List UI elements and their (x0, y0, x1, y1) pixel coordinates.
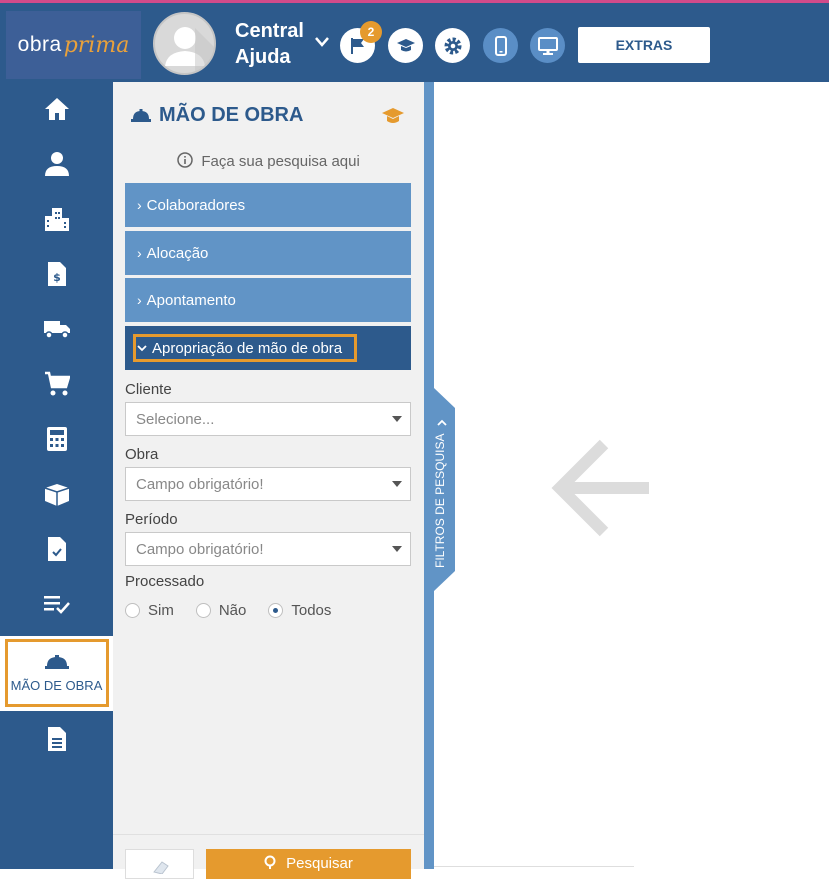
logo-text-prima: prima (63, 32, 130, 58)
chevron-right-icon: › (137, 245, 142, 261)
radio-todos-label: Todos (291, 602, 332, 619)
invoice-icon: $ (47, 262, 66, 286)
sidebar-item-contracts[interactable] (0, 522, 113, 576)
search-panel: MÃO DE OBRA Faça sua pesquisa aqui › Col… (113, 82, 424, 879)
training-button[interactable] (388, 28, 423, 63)
accordion-label: Alocação (146, 244, 209, 262)
sidebar-item-budget[interactable] (0, 412, 113, 466)
sidebar-item-mao-de-obra[interactable]: MÃO DE OBRA (0, 636, 113, 711)
caret-down-icon (392, 481, 402, 487)
accordion-apropriacao[interactable]: Apropriação de mão de obra (125, 326, 411, 370)
document-check-icon (47, 537, 66, 561)
search-button-label: Pesquisar (286, 855, 353, 872)
cliente-label: Cliente (125, 381, 172, 398)
processado-label: Processado (125, 573, 205, 590)
sidebar-item-stock[interactable] (0, 467, 113, 521)
sidebar-item-home[interactable] (0, 82, 113, 136)
file-text-icon (47, 727, 66, 751)
radio-nao-label: Não (218, 602, 247, 619)
top-bar: obra prima Central Ajuda 2 EXTRAS (0, 0, 829, 82)
checklist-icon (43, 596, 70, 614)
sidebar-item-purchases[interactable] (0, 357, 113, 411)
radio-sim-label: Sim (148, 602, 174, 619)
search-icon (264, 855, 276, 869)
user-icon (44, 152, 69, 176)
user-name-line2: Ajuda (235, 46, 291, 68)
sidebar-item-finance[interactable]: $ (0, 247, 113, 301)
obra-label: Obra (125, 446, 159, 463)
home-icon (44, 98, 69, 120)
desktop-button[interactable] (530, 28, 565, 63)
sidebar: $ MÃO DE OBRA (0, 82, 113, 869)
divider (113, 834, 424, 835)
accordion-colaboradores[interactable]: › Colaboradores (125, 183, 411, 227)
cliente-select[interactable]: Selecione... (125, 402, 411, 436)
hard-hat-icon (131, 108, 151, 122)
highlight-frame (5, 639, 109, 707)
avatar[interactable] (153, 12, 216, 75)
user-name-line1: Central (235, 20, 304, 42)
calculator-icon (46, 427, 67, 451)
graduation-cap-icon[interactable] (381, 106, 405, 126)
accordion-label: Apontamento (146, 291, 236, 309)
caret-down-icon (392, 416, 402, 422)
caret-down-icon (392, 546, 402, 552)
search-hint-text: Faça sua pesquisa aqui (201, 153, 360, 170)
chevron-down-icon[interactable] (313, 35, 331, 49)
sidebar-item-reports[interactable] (0, 712, 113, 766)
logo[interactable]: obra prima (6, 11, 141, 79)
truck-icon (43, 321, 70, 339)
sidebar-item-tasks[interactable] (0, 577, 113, 631)
info-icon (177, 152, 193, 168)
accordion-alocacao[interactable]: › Alocação (125, 231, 411, 275)
processado-radio-group: Sim Não Todos (125, 602, 353, 619)
user-name[interactable]: Central Ajuda (235, 18, 304, 70)
logo-text-obra: obra (17, 33, 62, 56)
clear-button[interactable] (125, 849, 194, 879)
obra-select-value: Campo obrigatório! (136, 475, 264, 493)
sidebar-item-user[interactable] (0, 137, 113, 191)
periodo-select-value: Campo obrigatório! (136, 540, 264, 558)
mobile-button[interactable] (483, 28, 518, 63)
extras-button[interactable]: EXTRAS (578, 27, 710, 63)
chevron-right-icon: › (137, 197, 142, 213)
cliente-select-value: Selecione... (136, 410, 215, 428)
search-button[interactable]: Pesquisar (206, 849, 411, 879)
accordion-apontamento[interactable]: › Apontamento (125, 278, 411, 322)
mobile-icon (494, 35, 507, 56)
box-icon (44, 484, 69, 506)
svg-text:$: $ (53, 271, 61, 284)
filters-tab-label: FILTROS DE PESQUISA (433, 433, 447, 568)
divider (434, 866, 634, 867)
chevron-right-icon: › (137, 292, 142, 308)
user-avatar-icon (165, 27, 214, 73)
sidebar-item-buildings[interactable] (0, 192, 113, 246)
radio-sim[interactable] (125, 603, 140, 618)
periodo-select[interactable]: Campo obrigatório! (125, 532, 411, 566)
panel-title-text: MÃO DE OBRA (159, 104, 304, 126)
sidebar-item-logistics[interactable] (0, 302, 113, 356)
radio-nao[interactable] (195, 603, 211, 618)
notification-badge: 2 (360, 21, 382, 43)
obra-select[interactable]: Campo obrigatório! (125, 467, 411, 501)
accordion-label: Colaboradores (146, 196, 246, 214)
cart-icon (44, 371, 70, 396)
arrow-left-icon (551, 439, 649, 537)
settings-button[interactable] (435, 28, 470, 63)
desktop-icon (537, 36, 558, 55)
building-icon (44, 208, 69, 231)
graduation-cap-icon (396, 38, 415, 51)
periodo-label: Período (125, 511, 178, 528)
radio-todos[interactable] (268, 603, 284, 618)
eraser-icon (153, 861, 169, 874)
gear-icon (444, 37, 461, 54)
panel-title: MÃO DE OBRA (131, 104, 303, 127)
search-hint: Faça sua pesquisa aqui (113, 152, 424, 170)
highlight-frame (133, 334, 357, 362)
